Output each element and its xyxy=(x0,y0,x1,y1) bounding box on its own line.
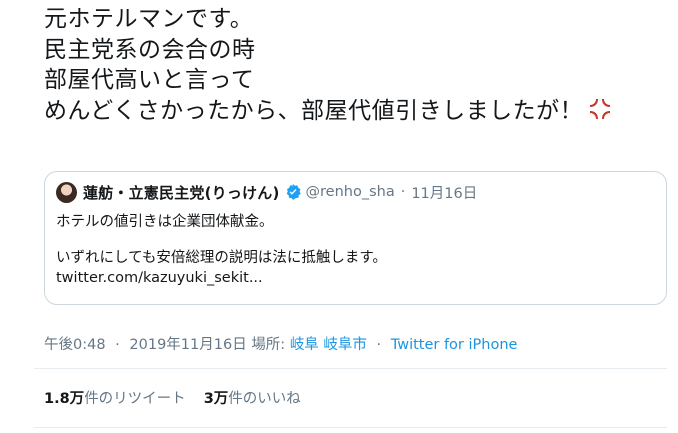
likes-label: 件のいいね xyxy=(228,391,301,407)
quoted-author-name[interactable]: 蓮舫・立憲民主党(りっけん) xyxy=(83,182,280,203)
avatar[interactable] xyxy=(56,181,77,203)
tweet-line: 部屋代高いと言って xyxy=(44,67,255,93)
likes-count: 3万 xyxy=(203,391,229,407)
tweet-time[interactable]: 午後0:48 xyxy=(44,337,106,353)
quoted-tweet-date[interactable]: 11月16日 xyxy=(411,182,477,203)
location-link[interactable]: 岐阜 岐阜市 xyxy=(290,337,367,353)
tweet-meta: 午後0:48 · 2019年11月16日 場所: 岐阜 岐阜市 · Twitte… xyxy=(44,333,517,354)
separator-dot: · xyxy=(376,337,382,353)
retweets-count: 1.8万 xyxy=(44,391,85,407)
quoted-text-line: ホテルの値引きは企業団体献金。 xyxy=(56,214,274,230)
tweet-stats: 1.8万件のリツイート 3万件のいいね xyxy=(44,387,301,408)
retweets-stat[interactable]: 1.8万件のリツイート xyxy=(44,391,186,407)
likes-stat[interactable]: 3万件のいいね xyxy=(204,391,301,407)
quoted-link[interactable]: twitter.com/kazuyuki_sekit... xyxy=(56,268,656,288)
divider xyxy=(34,427,667,428)
retweets-label: 件のリツイート xyxy=(84,391,186,407)
location-prefix: 場所: xyxy=(251,337,286,353)
quoted-tweet-header: 蓮舫・立憲民主党(りっけん) @renho_sha · 11月16日 xyxy=(56,179,477,205)
anger-emoji-icon xyxy=(590,98,611,119)
tweet-line-text: めんどくさかったから、部屋代値引きしましたが！ xyxy=(44,97,584,124)
quoted-tweet-card[interactable]: 蓮舫・立憲民主党(りっけん) @renho_sha · 11月16日 ホテルの値… xyxy=(44,171,667,305)
separator-dot: · xyxy=(400,184,406,200)
verified-badge-icon xyxy=(286,184,301,200)
tweet-line-with-emoji: めんどくさかったから、部屋代値引きしましたが！ xyxy=(44,96,674,127)
quoted-tweet-body: ホテルの値引きは企業団体献金。 いずれにしても安倍総理の説明は法に抵触します。 … xyxy=(56,212,656,288)
separator-dot: · xyxy=(115,337,120,353)
tweet-date[interactable]: 2019年11月16日 xyxy=(129,337,246,353)
quoted-text-line: いずれにしても安倍総理の説明は法に抵触します。 xyxy=(56,250,387,266)
tweet-text: 元ホテルマンです。 民主党系の会合の時 部屋代高いと言って めんどくさかったから… xyxy=(44,4,674,126)
tweet-line: 民主党系の会合の時 xyxy=(44,36,256,63)
source-link[interactable]: Twitter for iPhone xyxy=(391,337,518,353)
tweet-line: 元ホテルマンです。 xyxy=(44,6,254,32)
divider xyxy=(34,368,667,369)
quoted-author-handle[interactable]: @renho_sha xyxy=(306,184,395,200)
